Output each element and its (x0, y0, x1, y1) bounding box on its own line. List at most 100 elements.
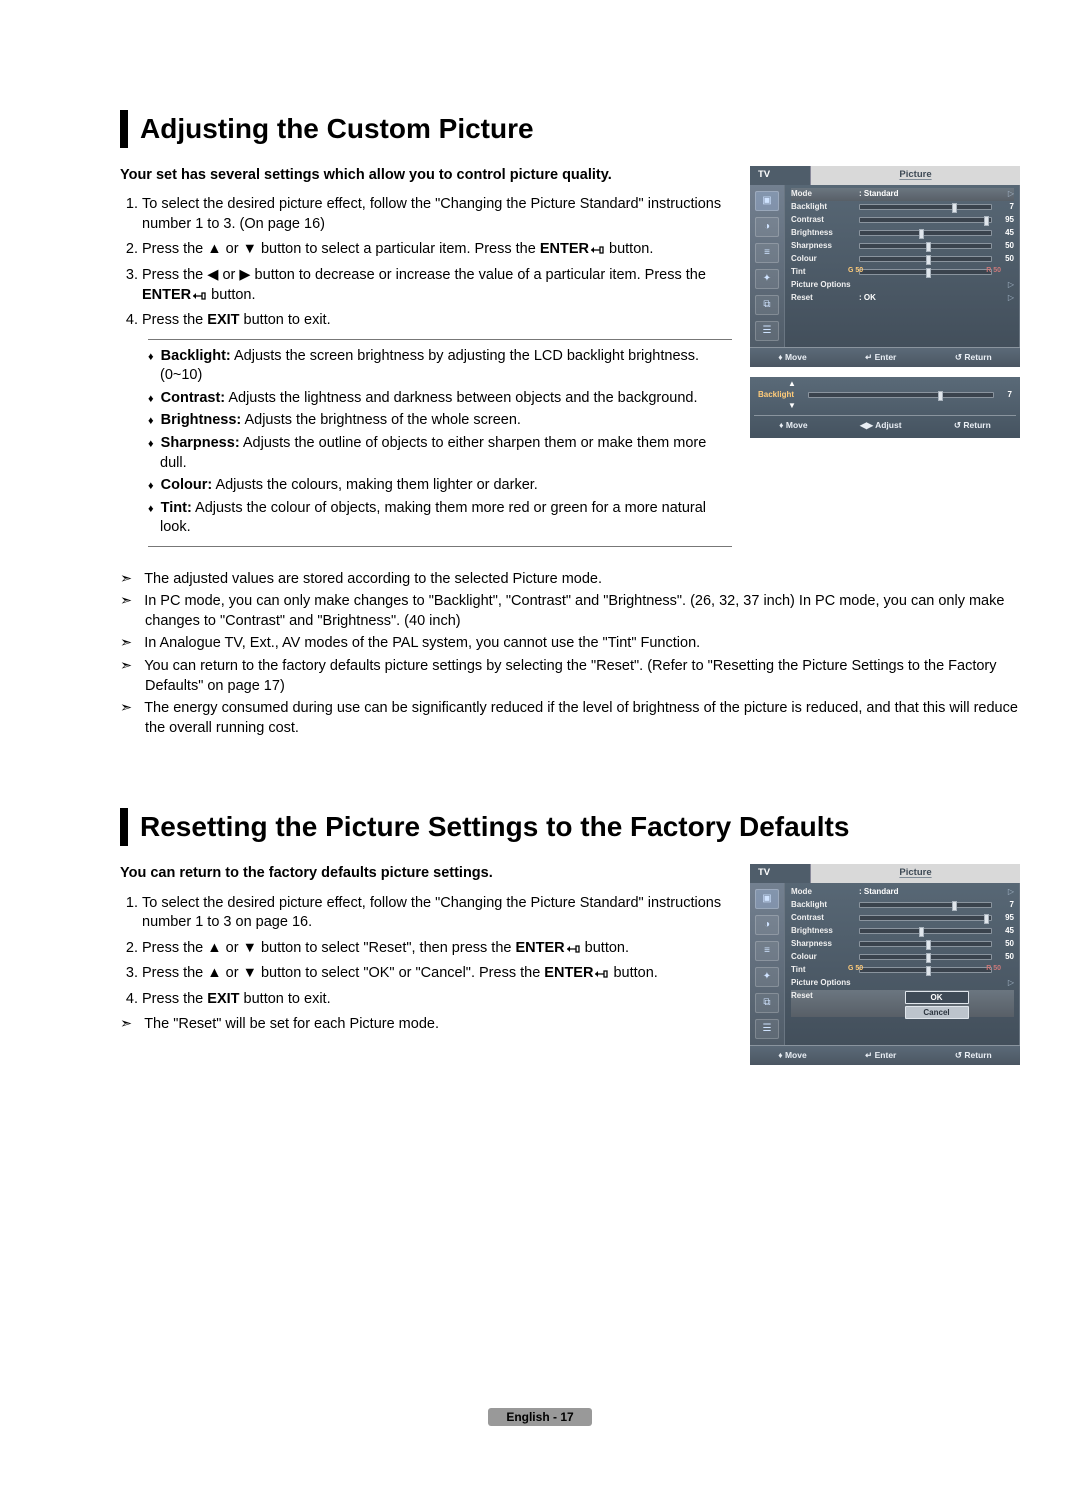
osd-row-backlight: Backlight 7 (791, 899, 1014, 912)
section-adjusting: Adjusting the Custom Picture Your set ha… (120, 110, 1020, 738)
osd-title: Picture (811, 166, 1020, 185)
enter-icon (565, 940, 581, 956)
divider (148, 339, 732, 341)
osd-category-icons: ▣ ◑ ≡ ✦ ⧉ ☰ (750, 185, 785, 347)
osd-footer: ♦ Move ↵ Enter ↺ Return (750, 1045, 1020, 1065)
osd-row-sharpness: Sharpness 50 (791, 938, 1014, 951)
osd-tv-label: TV (750, 864, 811, 883)
osd-row-backlight: Backlight 7 (791, 201, 1014, 214)
adj-value: 7 (1000, 390, 1012, 401)
def-sharpness: Sharpness: Adjusts the outline of object… (148, 434, 732, 473)
input-icon: ⧉ (755, 993, 779, 1013)
chevron-right-icon: ▷ (1008, 978, 1014, 989)
enter-hint: ↵ Enter (865, 352, 896, 363)
move-hint: ♦ Move (779, 420, 807, 431)
up-arrow-icon: ▲ (754, 379, 1016, 390)
page-footer: English - 17 (0, 1408, 1080, 1426)
osd-row-contrast: Contrast 95 (791, 214, 1014, 227)
note: In PC mode, you can only make changes to… (120, 592, 1020, 631)
chevron-right-icon: ▷ (1008, 293, 1014, 304)
def-brightness: Brightness: Adjusts the brightness of th… (148, 411, 732, 431)
down-arrow-icon: ▼ (754, 401, 1016, 412)
divider (148, 546, 732, 548)
section2-intro: You can return to the factory defaults p… (120, 864, 732, 884)
def-contrast: Contrast: Adjusts the lightness and dark… (148, 389, 732, 409)
osd-adjust-bar: ▲ Backlight 7 ▼ ♦ Move ◀▶ Adjust ↺ Retur… (750, 377, 1020, 438)
osd-row-picopt: Picture Options ▷ (791, 279, 1014, 292)
return-hint: ↺ Return (955, 1050, 992, 1061)
osd-picture-menu-reset: TV Picture ▣ ◑ ≡ ✦ ⧉ ☰ (750, 864, 1020, 1065)
note: The adjusted values are stored according… (120, 570, 1020, 590)
return-hint: ↺ Return (955, 352, 992, 363)
osd-row-reset: Reset OK Cancel (791, 990, 1014, 1017)
setup-icon: ✦ (755, 269, 779, 289)
setup-icon: ✦ (755, 967, 779, 987)
osd-row-brightness: Brightness 45 (791, 227, 1014, 240)
step-1: To select the desired picture effect, fo… (142, 894, 732, 933)
osd-row-colour: Colour 50 (791, 253, 1014, 266)
enter-icon (191, 287, 207, 303)
osd-row-mode: Mode : Standard ▷ (791, 188, 1014, 201)
osd-tv-label: TV (750, 166, 811, 185)
step-3: Press the ◀ or ▶ button to decrease or i… (142, 266, 732, 305)
adjust-hint: ◀▶ Adjust (860, 420, 902, 431)
osd-title: Picture (811, 864, 1020, 883)
page-number: English - 17 (488, 1408, 591, 1426)
def-tint: Tint: Adjusts the colour of objects, mak… (148, 499, 732, 538)
definition-list: Backlight: Adjusts the screen brightness… (148, 347, 732, 538)
section-title-1: Adjusting the Custom Picture (120, 110, 1020, 148)
move-hint: ♦ Move (778, 352, 806, 363)
osd-row-brightness: Brightness 45 (791, 925, 1014, 938)
section-resetting: Resetting the Picture Settings to the Fa… (120, 808, 1020, 1065)
osd-footer: ♦ Move ↵ Enter ↺ Return (750, 347, 1020, 367)
osd-row-contrast: Contrast 95 (791, 912, 1014, 925)
enter-icon (593, 965, 609, 981)
osd-category-icons: ▣ ◑ ≡ ✦ ⧉ ☰ (750, 883, 785, 1045)
sound-icon: ◑ (755, 217, 779, 237)
section1-notes: The adjusted values are stored according… (120, 570, 1020, 739)
section1-steps: To select the desired picture effect, fo… (120, 195, 732, 330)
note: The "Reset" will be set for each Picture… (120, 1015, 732, 1035)
enter-icon (589, 241, 605, 257)
step-2: Press the ▲ or ▼ button to select "Reset… (142, 939, 732, 959)
osd-picture-menu: TV Picture ▣ ◑ ≡ ✦ ⧉ ☰ (750, 166, 1020, 367)
def-colour: Colour: Adjusts the colours, making them… (148, 476, 732, 496)
move-hint: ♦ Move (778, 1050, 806, 1061)
chevron-right-icon: ▷ (1008, 189, 1014, 200)
sound-icon: ◑ (755, 915, 779, 935)
section2-steps: To select the desired picture effect, fo… (120, 894, 732, 1010)
guide-icon: ☰ (755, 321, 779, 341)
return-hint: ↺ Return (954, 420, 991, 431)
picture-icon: ▣ (755, 889, 779, 909)
note: You can return to the factory defaults p… (120, 657, 1020, 696)
section1-intro: Your set has several settings which allo… (120, 166, 732, 186)
osd-row-reset: Reset : OK ▷ (791, 292, 1014, 305)
osd-row-tint: Tint G 50R 50 50 (791, 964, 1014, 977)
reset-cancel-button: Cancel (905, 1006, 969, 1019)
note: The energy consumed during use can be si… (120, 699, 1020, 738)
chevron-right-icon: ▷ (1008, 280, 1014, 291)
step-3: Press the ▲ or ▼ button to select "OK" o… (142, 964, 732, 984)
note: In Analogue TV, Ext., AV modes of the PA… (120, 634, 1020, 654)
guide-icon: ☰ (755, 1019, 779, 1039)
osd-row-sharpness: Sharpness 50 (791, 240, 1014, 253)
channel-icon: ≡ (755, 243, 779, 263)
input-icon: ⧉ (755, 295, 779, 315)
reset-ok-button: OK (905, 991, 969, 1004)
def-backlight: Backlight: Adjusts the screen brightness… (148, 347, 732, 386)
osd-row-colour: Colour 50 (791, 951, 1014, 964)
step-4: Press the EXIT button to exit. (142, 990, 732, 1010)
step-1: To select the desired picture effect, fo… (142, 195, 732, 234)
channel-icon: ≡ (755, 941, 779, 961)
osd-row-mode: Mode : Standard ▷ (791, 886, 1014, 899)
osd-row-tint: Tint G 50R 50 50 (791, 266, 1014, 279)
osd-row-picopt: Picture Options ▷ (791, 977, 1014, 990)
chevron-right-icon: ▷ (1008, 887, 1014, 898)
step-2: Press the ▲ or ▼ button to select a part… (142, 240, 732, 260)
step-4: Press the EXIT button to exit. (142, 311, 732, 331)
section2-notes: The "Reset" will be set for each Picture… (120, 1015, 732, 1035)
adj-label: Backlight (758, 390, 802, 401)
section-title-2: Resetting the Picture Settings to the Fa… (120, 808, 1020, 846)
enter-hint: ↵ Enter (865, 1050, 896, 1061)
picture-icon: ▣ (755, 191, 779, 211)
